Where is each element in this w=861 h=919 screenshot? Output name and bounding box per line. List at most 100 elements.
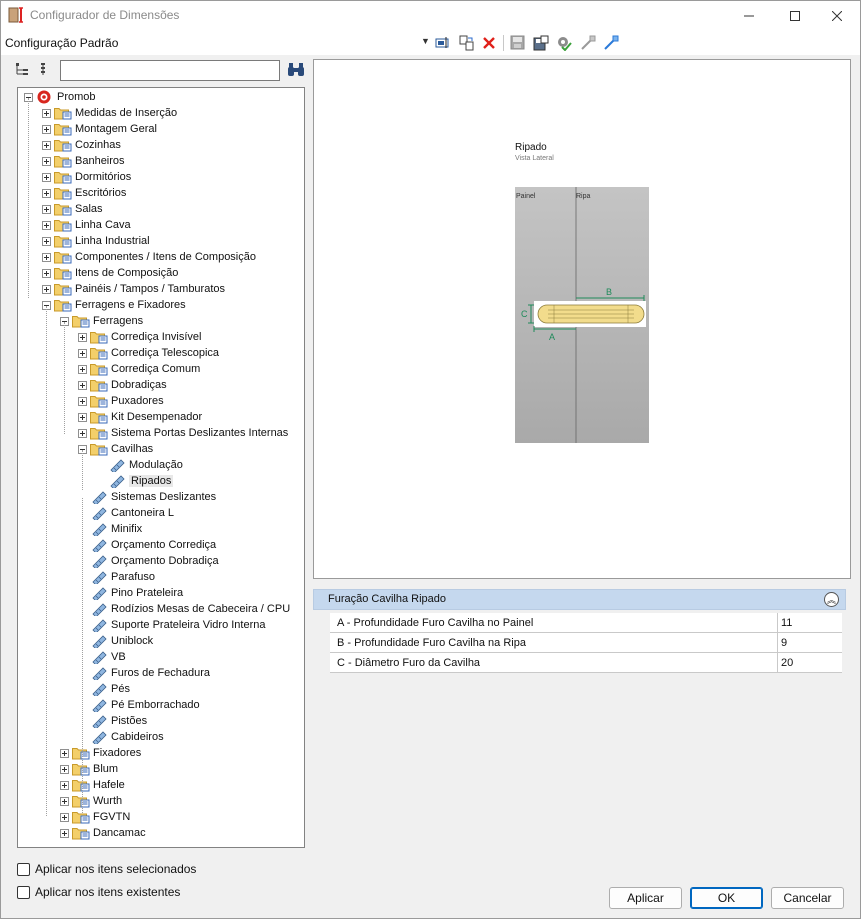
apply-settings-icon[interactable] bbox=[555, 34, 572, 51]
tree-item[interactable]: Montagem Geral bbox=[42, 121, 157, 137]
expand-icon[interactable] bbox=[42, 220, 51, 230]
expand-icon[interactable] bbox=[42, 236, 51, 246]
property-value-input[interactable]: 9 bbox=[777, 633, 842, 652]
expand-icon[interactable] bbox=[42, 156, 51, 166]
tree-item[interactable]: FGVTN bbox=[60, 809, 130, 825]
expand-icon[interactable] bbox=[60, 812, 69, 822]
tree-item[interactable]: Sistemas Deslizantes bbox=[90, 489, 216, 505]
maximize-button[interactable] bbox=[772, 1, 818, 31]
tree-item[interactable]: Sistema Portas Deslizantes Internas bbox=[78, 425, 288, 441]
expand-icon[interactable] bbox=[42, 284, 51, 294]
close-button[interactable] bbox=[814, 1, 860, 31]
expand-icon[interactable] bbox=[42, 252, 51, 262]
expand-all-icon[interactable] bbox=[15, 62, 29, 76]
expand-icon[interactable] bbox=[78, 364, 87, 374]
expand-icon[interactable] bbox=[60, 764, 69, 774]
binoculars-search-icon[interactable] bbox=[287, 62, 305, 78]
expand-icon[interactable] bbox=[78, 428, 87, 438]
expand-icon[interactable] bbox=[60, 796, 69, 806]
tree-item[interactable]: Ripados bbox=[108, 473, 174, 489]
expand-icon[interactable] bbox=[78, 412, 87, 422]
expand-icon[interactable] bbox=[78, 348, 87, 358]
expand-icon[interactable] bbox=[60, 828, 69, 838]
expand-icon[interactable] bbox=[42, 268, 51, 278]
tree-item[interactable]: Dobradiças bbox=[78, 377, 167, 393]
ok-button[interactable]: OK bbox=[690, 887, 763, 909]
minimize-button[interactable] bbox=[726, 1, 772, 31]
tree-item[interactable]: Pés bbox=[90, 681, 130, 697]
tree-item[interactable]: Orçamento Corrediça bbox=[90, 537, 216, 553]
tree-item[interactable]: Pistões bbox=[90, 713, 147, 729]
search-input[interactable] bbox=[60, 60, 280, 81]
tree-item[interactable]: Cavilhas bbox=[78, 441, 153, 457]
expand-icon[interactable] bbox=[42, 140, 51, 150]
tree-item[interactable]: Medidas de Inserção bbox=[42, 105, 177, 121]
tree-item[interactable]: Suporte Prateleira Vidro Interna bbox=[90, 617, 266, 633]
expand-icon[interactable] bbox=[78, 380, 87, 390]
save-as-icon[interactable] bbox=[532, 34, 549, 51]
tree-item[interactable]: Wurth bbox=[60, 793, 122, 809]
tree-item[interactable]: Cantoneira L bbox=[90, 505, 174, 521]
tree-item[interactable]: Kit Desempenador bbox=[78, 409, 202, 425]
tree-item[interactable]: Corrediça Comum bbox=[78, 361, 200, 377]
tree-item[interactable]: Linha Cava bbox=[42, 217, 131, 233]
tree-item[interactable]: Pino Prateleira bbox=[90, 585, 183, 601]
tree-item[interactable]: Itens de Composição bbox=[42, 265, 178, 281]
library-tree[interactable]: Promob Medidas de Inserção Montagem Geral C… bbox=[17, 87, 305, 848]
apply-selected-option[interactable]: Aplicar nos itens selecionados bbox=[17, 861, 196, 877]
tree-item[interactable]: Componentes / Itens de Composição bbox=[42, 249, 256, 265]
collapse-all-icon[interactable] bbox=[40, 62, 48, 76]
expand-icon[interactable] bbox=[78, 396, 87, 406]
expand-icon[interactable] bbox=[42, 204, 51, 214]
tree-item[interactable]: Furos de Fechadura bbox=[90, 665, 210, 681]
tree-item[interactable]: Rodízios Mesas de Cabeceira / CPU bbox=[90, 601, 290, 617]
expand-icon[interactable] bbox=[60, 780, 69, 790]
tree-item[interactable]: Dancamac bbox=[60, 825, 146, 841]
tree-item[interactable]: Modulação bbox=[108, 457, 183, 473]
expand-icon[interactable] bbox=[42, 188, 51, 198]
tree-item[interactable]: Dormitórios bbox=[42, 169, 131, 185]
apply-button[interactable]: Aplicar bbox=[609, 887, 682, 909]
tree-item[interactable]: Corrediça Invisível bbox=[78, 329, 201, 345]
tree-item[interactable]: Salas bbox=[42, 201, 103, 217]
expand-icon[interactable] bbox=[42, 172, 51, 182]
tree-item[interactable]: Ferragens bbox=[60, 313, 143, 329]
tree-item[interactable]: Hafele bbox=[60, 777, 125, 793]
property-value-input[interactable]: 11 bbox=[777, 613, 842, 632]
tree-item[interactable]: Banheiros bbox=[42, 153, 125, 169]
tree-item[interactable]: Pé Emborrachado bbox=[90, 697, 200, 713]
expand-icon[interactable] bbox=[42, 124, 51, 134]
apply-existing-option[interactable]: Aplicar nos itens existentes bbox=[17, 884, 180, 900]
collapse-section-icon[interactable]: ︽ bbox=[824, 592, 839, 607]
tree-item[interactable]: Minifix bbox=[90, 521, 142, 537]
delete-icon[interactable] bbox=[480, 34, 497, 51]
tree-item[interactable]: Cabideiros bbox=[90, 729, 164, 745]
save-icon[interactable] bbox=[509, 34, 526, 51]
copy-config-icon[interactable] bbox=[458, 34, 475, 51]
property-value-input[interactable]: 20 bbox=[777, 653, 842, 672]
tree-item[interactable]: Escritórios bbox=[42, 185, 126, 201]
tree-item[interactable]: Corrediça Telescopica bbox=[78, 345, 219, 361]
tree-item[interactable]: Cozinhas bbox=[42, 137, 121, 153]
expand-icon[interactable] bbox=[42, 108, 51, 118]
expand-icon[interactable] bbox=[60, 748, 69, 758]
tree-item[interactable]: Painéis / Tampos / Tamburatos bbox=[42, 281, 225, 297]
tree-item[interactable]: VB bbox=[90, 649, 126, 665]
tree-item[interactable]: Promob bbox=[24, 89, 96, 105]
tree-item[interactable]: Parafuso bbox=[90, 569, 155, 585]
tree-item[interactable]: Orçamento Dobradiça bbox=[90, 553, 219, 569]
apply-selected-checkbox[interactable] bbox=[17, 862, 30, 876]
tree-item[interactable]: Fixadores bbox=[60, 745, 141, 761]
expand-icon[interactable] bbox=[78, 332, 87, 342]
tree-item[interactable]: Ferragens e Fixadores bbox=[42, 297, 186, 313]
rename-config-icon[interactable] bbox=[434, 34, 451, 51]
tree-item[interactable]: Linha Industrial bbox=[42, 233, 150, 249]
pick-dimension-icon[interactable] bbox=[579, 34, 596, 51]
cancel-button[interactable]: Cancelar bbox=[771, 887, 844, 909]
configuration-select[interactable]: Configuração Padrão bbox=[5, 36, 118, 50]
tree-item[interactable]: Blum bbox=[60, 761, 118, 777]
apply-existing-checkbox[interactable] bbox=[17, 885, 30, 899]
chevron-down-icon[interactable]: ▼ bbox=[421, 36, 430, 46]
tree-item[interactable]: Uniblock bbox=[90, 633, 153, 649]
edit-dimension-icon[interactable] bbox=[602, 34, 619, 51]
